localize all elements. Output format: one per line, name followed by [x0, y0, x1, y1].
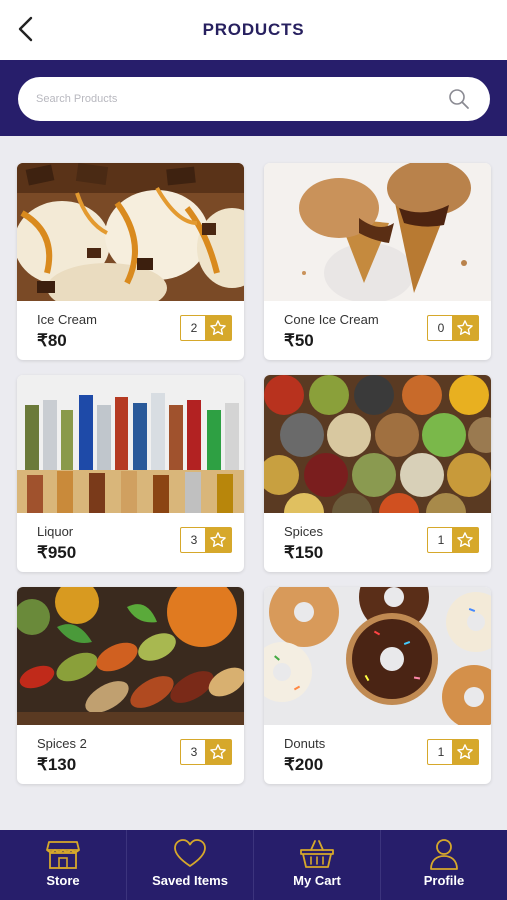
- product-price: ₹150: [284, 543, 324, 562]
- product-image-donuts: [264, 587, 491, 725]
- product-price: ₹200: [284, 755, 324, 774]
- product-card[interactable]: Ice Cream ₹80 2: [17, 163, 244, 360]
- save-button[interactable]: [452, 316, 478, 340]
- product-price: ₹80: [37, 331, 67, 350]
- save-button[interactable]: [205, 528, 231, 552]
- saved-count: 1: [437, 533, 445, 547]
- product-name: Donuts: [284, 736, 326, 751]
- star-icon: [210, 744, 226, 759]
- basket-icon: [300, 840, 334, 868]
- product-grid: Ice Cream ₹80 2 Cone Ice Cream ₹50 0 Liq…: [0, 136, 507, 830]
- save-button[interactable]: [452, 528, 478, 552]
- product-name: Liquor: [37, 524, 74, 539]
- save-button[interactable]: [205, 316, 231, 340]
- saved-counter[interactable]: 1: [427, 739, 479, 765]
- saved-count: 3: [190, 533, 198, 547]
- saved-counter[interactable]: 1: [427, 527, 479, 553]
- saved-count: 0: [437, 321, 445, 335]
- saved-counter[interactable]: 3: [180, 527, 232, 553]
- nav-label: Profile: [423, 873, 465, 888]
- product-image-spices: [264, 375, 491, 513]
- search-input[interactable]: [36, 77, 436, 121]
- product-image-spices-2: [17, 587, 244, 725]
- product-card[interactable]: Spices ₹150 1: [264, 375, 491, 572]
- store-icon: [46, 841, 80, 869]
- star-icon: [210, 320, 226, 335]
- search-bar[interactable]: [18, 77, 490, 121]
- nav-item-my-cart[interactable]: My Cart: [254, 830, 381, 900]
- nav-label: Store: [46, 873, 80, 888]
- search-icon[interactable]: [448, 88, 470, 110]
- product-image-cone-ice-cream: [264, 163, 491, 301]
- product-price: ₹950: [37, 543, 77, 562]
- saved-count: 2: [190, 321, 198, 335]
- saved-counter[interactable]: 0: [427, 315, 479, 341]
- nav-item-profile[interactable]: Profile: [381, 830, 507, 900]
- product-image-ice-cream: [17, 163, 244, 301]
- star-icon: [457, 320, 473, 335]
- save-button[interactable]: [452, 740, 478, 764]
- bottom-nav: Store Saved Items My Cart Profile: [0, 830, 507, 900]
- star-icon: [457, 744, 473, 759]
- product-card[interactable]: Liquor ₹950 3: [17, 375, 244, 572]
- star-icon: [457, 532, 473, 547]
- product-price: ₹50: [284, 331, 314, 350]
- product-image-liquor: [17, 375, 244, 513]
- user-icon: [430, 839, 458, 870]
- product-name: Cone Ice Cream: [284, 312, 379, 327]
- nav-item-store[interactable]: Store: [0, 830, 127, 900]
- nav-item-saved-items[interactable]: Saved Items: [127, 830, 254, 900]
- saved-counter[interactable]: 3: [180, 739, 232, 765]
- product-name: Spices: [284, 524, 324, 539]
- nav-label: Saved Items: [152, 873, 228, 888]
- top-bar: PRODUCTS: [0, 0, 507, 60]
- saved-count: 3: [190, 745, 198, 759]
- saved-count: 1: [437, 745, 445, 759]
- product-card[interactable]: Donuts ₹200 1: [264, 587, 491, 784]
- search-band: [0, 60, 507, 136]
- product-name: Ice Cream: [37, 312, 97, 327]
- product-price: ₹130: [37, 755, 77, 774]
- saved-counter[interactable]: 2: [180, 315, 232, 341]
- product-name: Spices 2: [37, 736, 87, 751]
- heart-icon: [174, 839, 206, 867]
- product-card[interactable]: Spices 2 ₹130 3: [17, 587, 244, 784]
- star-icon: [210, 532, 226, 547]
- nav-label: My Cart: [293, 873, 341, 888]
- product-card[interactable]: Cone Ice Cream ₹50 0: [264, 163, 491, 360]
- save-button[interactable]: [205, 740, 231, 764]
- page-title: PRODUCTS: [202, 20, 305, 39]
